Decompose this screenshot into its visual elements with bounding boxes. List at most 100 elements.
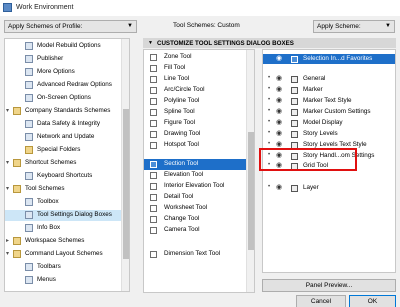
- bullet-icon: •: [268, 108, 271, 114]
- tree-item-publisher[interactable]: Publisher: [5, 54, 123, 65]
- tool-row-hotspot[interactable]: Hotspot Tool: [144, 140, 248, 151]
- tool-row-line[interactable]: Line Tool: [144, 74, 248, 85]
- panel-row-marker-text-style[interactable]: • ◉ Marker Text Style: [263, 96, 395, 106]
- collapse-icon[interactable]: ▾: [6, 159, 9, 166]
- tree-item-menus[interactable]: Menus: [5, 275, 123, 286]
- tree-item-on-screen[interactable]: On-Screen Options: [5, 93, 123, 104]
- tool-row-figure[interactable]: Figure Tool: [144, 118, 248, 129]
- eye-icon[interactable]: ◉: [276, 118, 282, 126]
- collapse-icon[interactable]: ▾: [6, 250, 9, 257]
- tree-group-command-layout[interactable]: ▾ Command Layout Schemes: [5, 249, 123, 260]
- folder-icon: [13, 250, 21, 258]
- bullet-icon: •: [268, 184, 271, 190]
- ok-button[interactable]: OK: [349, 295, 396, 307]
- settings-tree: Model Rebuild Options Publisher More Opt…: [4, 38, 130, 292]
- expand-icon[interactable]: ▸: [6, 237, 9, 244]
- apply-scheme-dropdown[interactable]: Apply Scheme: ▼: [313, 20, 395, 33]
- panel-row-selection-favorites[interactable]: ◉ Selection In...d Favorites: [263, 54, 395, 64]
- tool-row-drawing[interactable]: Drawing Tool: [144, 129, 248, 140]
- tool-row-elevation[interactable]: Elevation Tool: [144, 170, 248, 181]
- tool-list-scrollbar[interactable]: [246, 50, 254, 292]
- tool-row-polyline[interactable]: Polyline Tool: [144, 96, 248, 107]
- eye-icon[interactable]: ◉: [276, 85, 282, 93]
- panel-row-model-display[interactable]: • ◉ Model Display: [263, 118, 395, 128]
- tool-row-dimension-text[interactable]: Dimension Text Tool: [144, 249, 248, 260]
- tree-item-advanced-redraw[interactable]: Advanced Redraw Options: [5, 80, 123, 91]
- top-bar: Apply Schemes of Profile: ▼ Tool Schemes…: [0, 16, 400, 38]
- folder-icon: [13, 159, 21, 167]
- tree-group-company-standards[interactable]: ▾ Company Standards Schemes: [5, 106, 123, 117]
- folder-icon: [13, 237, 21, 245]
- tree-item-special-folders[interactable]: Special Folders: [5, 145, 123, 156]
- panel-row-layer[interactable]: • ◉ Layer: [263, 183, 395, 193]
- collapse-icon: ▼: [148, 40, 153, 46]
- chevron-down-icon: ▼: [127, 23, 133, 29]
- tree-item-network-update[interactable]: Network and Update: [5, 132, 123, 143]
- panel-preview-button[interactable]: Panel Preview...: [262, 279, 396, 292]
- eye-icon[interactable]: ◉: [276, 54, 282, 62]
- panel-row-marker[interactable]: • ◉ Marker: [263, 85, 395, 95]
- figure-tool-icon: [150, 120, 157, 127]
- tool-row-camera[interactable]: Camera Tool: [144, 225, 248, 236]
- bullet-icon: •: [268, 119, 271, 125]
- bullet-icon: •: [268, 130, 271, 136]
- collapse-icon[interactable]: ▾: [6, 185, 9, 192]
- tree-item-tool-settings-dialog-boxes[interactable]: Tool Settings Dialog Boxes: [5, 210, 123, 221]
- panel-row-marker-custom-settings[interactable]: • ◉ Marker Custom Settings: [263, 107, 395, 117]
- eye-icon[interactable]: ◉: [276, 107, 282, 115]
- section-header[interactable]: ▼ CUSTOMIZE TOOL SETTINGS DIALOG BOXES: [143, 38, 396, 48]
- grid-tool-highlight: [259, 148, 357, 171]
- tool-row-interior-elevation[interactable]: Interior Elevation Tool: [144, 181, 248, 192]
- section-tool-icon: [150, 161, 157, 168]
- tool-row-change[interactable]: Change Tool: [144, 214, 248, 225]
- model-display-icon: [291, 120, 298, 127]
- apply-profile-label: Apply Schemes of Profile:: [8, 23, 83, 30]
- eye-icon[interactable]: ◉: [276, 140, 282, 148]
- change-tool-icon: [150, 216, 157, 223]
- network-icon: [25, 133, 33, 141]
- tool-row-spline[interactable]: Spline Tool: [144, 107, 248, 118]
- tree-scrollbar[interactable]: [121, 39, 129, 291]
- tool-row-worksheet[interactable]: Worksheet Tool: [144, 203, 248, 214]
- toolbar-icon: [25, 263, 33, 271]
- tree-item-more-options[interactable]: More Options: [5, 67, 123, 78]
- tree-group-workspace-schemes[interactable]: ▸ Workspace Schemes: [5, 236, 123, 247]
- tree-item-toolbars[interactable]: Toolbars: [5, 262, 123, 273]
- apply-profile-dropdown[interactable]: Apply Schemes of Profile: ▼: [4, 20, 137, 33]
- dimension-text-tool-icon: [150, 251, 157, 258]
- tool-row-section[interactable]: Section Tool: [144, 159, 248, 170]
- eye-icon[interactable]: ◉: [276, 183, 282, 191]
- bullet-icon: •: [268, 141, 271, 147]
- tree-item-keyboard-shortcuts[interactable]: Keyboard Shortcuts: [5, 171, 123, 182]
- chevron-down-icon: ▼: [385, 23, 391, 29]
- panel-row-general[interactable]: • ◉ General: [263, 74, 395, 84]
- tool-row-fill[interactable]: Fill Tool: [144, 63, 248, 74]
- apply-scheme-label: Apply Scheme:: [317, 23, 361, 30]
- title-bar: Work Environment: [0, 0, 400, 16]
- camera-tool-icon: [150, 227, 157, 234]
- tree-item-toolbox[interactable]: Toolbox: [5, 197, 123, 208]
- eye-icon[interactable]: ◉: [276, 96, 282, 104]
- eye-icon[interactable]: ◉: [276, 74, 282, 82]
- star-icon: [291, 56, 298, 63]
- window-title: Work Environment: [16, 4, 74, 11]
- tree-item-info-box[interactable]: Info Box: [5, 223, 123, 234]
- detail-tool-icon: [150, 194, 157, 201]
- text-style-icon: [291, 98, 298, 105]
- tool-row-zone[interactable]: Zone Tool: [144, 52, 248, 63]
- tree-item-model-rebuild[interactable]: Model Rebuild Options: [5, 41, 123, 52]
- custom-settings-icon: [291, 109, 298, 116]
- collapse-icon[interactable]: ▾: [6, 107, 9, 114]
- eye-icon[interactable]: ◉: [276, 129, 282, 137]
- scrollbar-thumb[interactable]: [123, 109, 129, 259]
- tool-row-arc-circle[interactable]: Arc/Circle Tool: [144, 85, 248, 96]
- bullet-icon: •: [268, 86, 271, 92]
- tree-group-shortcut-schemes[interactable]: ▾ Shortcut Schemes: [5, 158, 123, 169]
- panel-row-story-levels[interactable]: • ◉ Story Levels: [263, 129, 395, 139]
- tree-group-tool-schemes[interactable]: ▾ Tool Schemes: [5, 184, 123, 195]
- cancel-button[interactable]: Cancel: [296, 295, 346, 307]
- scrollbar-thumb[interactable]: [248, 132, 254, 250]
- tree-item-data-safety[interactable]: Data Safety & Integrity: [5, 119, 123, 130]
- tool-row-detail[interactable]: Detail Tool: [144, 192, 248, 203]
- redraw-icon: [25, 81, 33, 89]
